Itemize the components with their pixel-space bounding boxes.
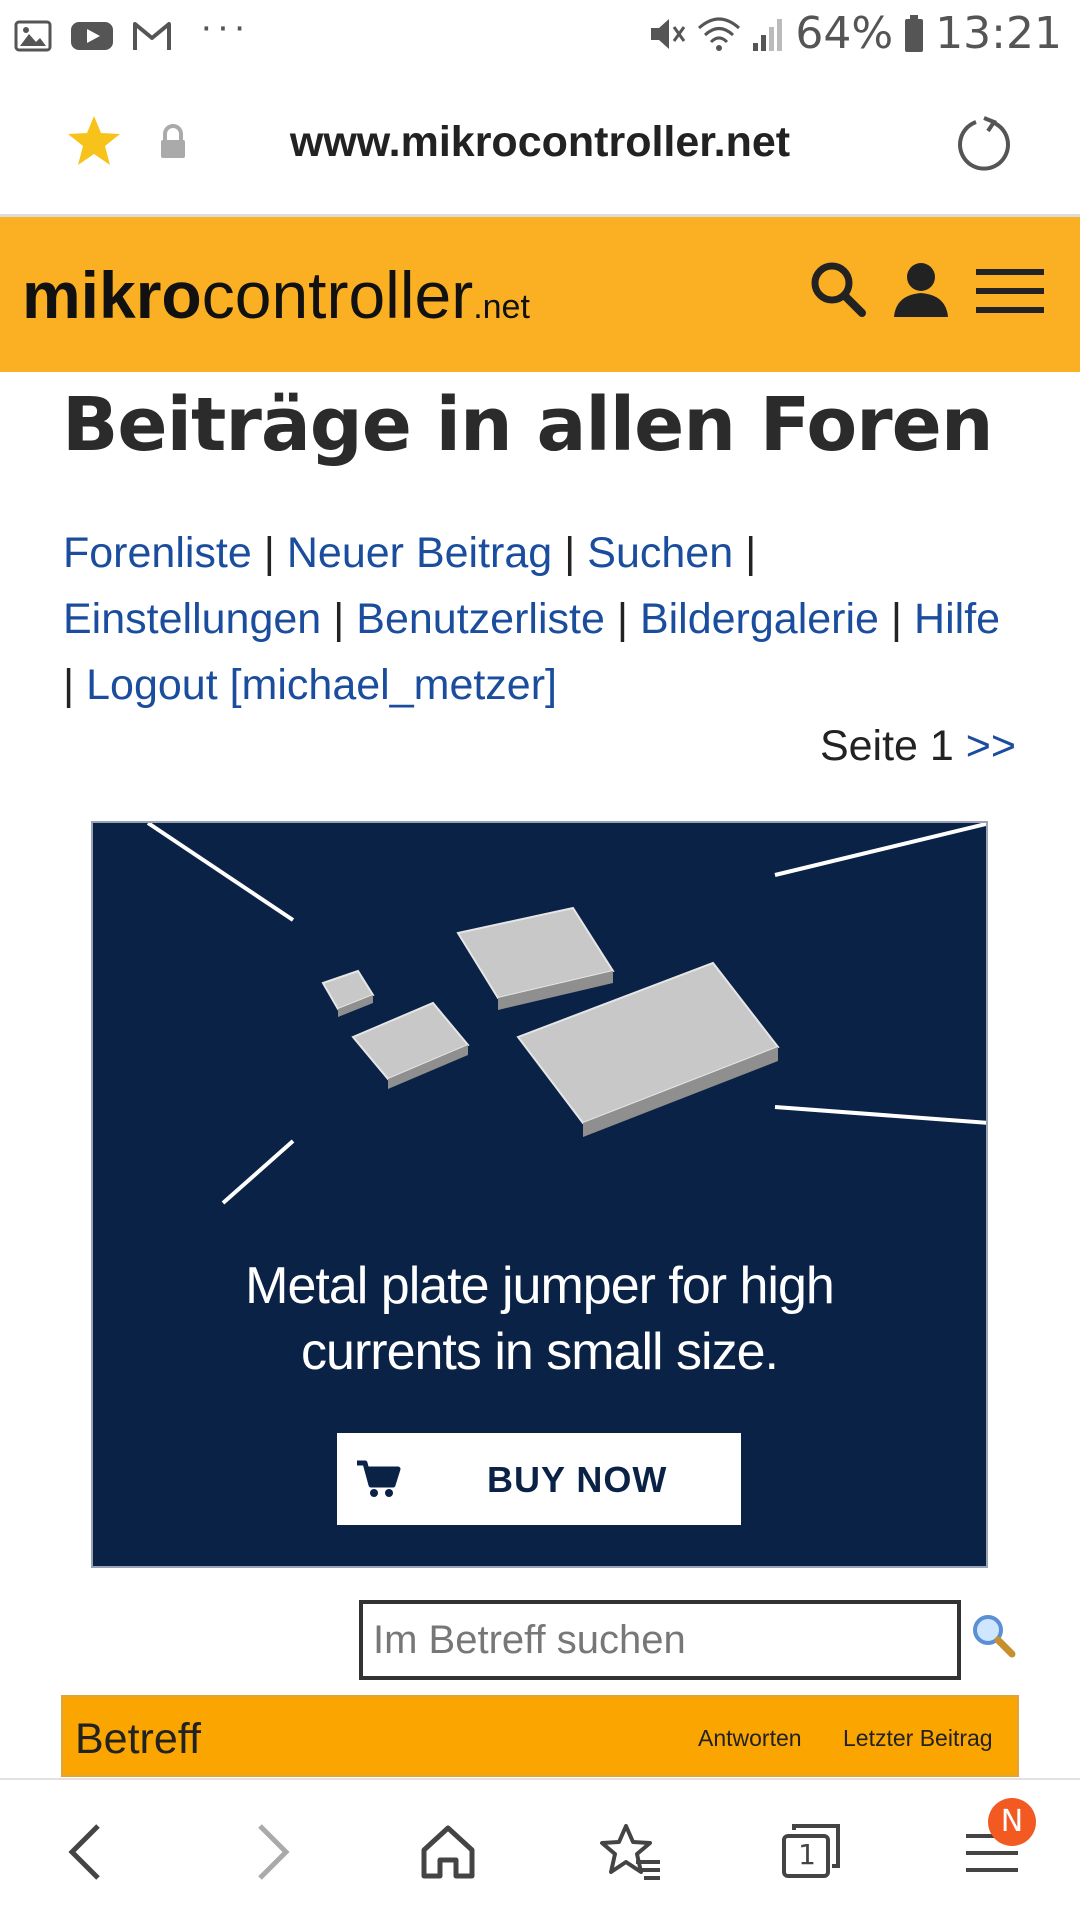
reload-icon[interactable] [954,114,1014,174]
link-logout[interactable]: Logout [michael_metzer] [86,661,557,709]
signal-icon [753,18,783,51]
buy-now-button[interactable]: BUY NOW [337,1433,741,1525]
topics-table-header: Betreff Antworten Letzter Beitrag [61,1695,1019,1777]
page-label: Seite 1 [819,722,954,770]
link-benutzerliste[interactable]: Benutzerliste [356,595,605,643]
page-title: Beiträge in allen Foren [62,382,994,468]
magnifier-search-icon[interactable] [970,1612,1016,1658]
hamburger-menu-icon[interactable] [976,267,1044,315]
link-forenliste[interactable]: Forenliste [63,529,252,577]
gmail-icon [133,21,171,50]
forum-nav: Forenliste | Neuer Beitrag | Suchen | Ei… [63,520,1023,718]
link-bildergalerie[interactable]: Bildergalerie [640,595,879,643]
separator: | [333,595,345,643]
search-icon[interactable] [808,259,868,319]
link-neuer-beitrag[interactable]: Neuer Beitrag [287,529,552,577]
tabs-count: 1 [798,1838,816,1871]
pagination: Seite 1 >> [820,722,1016,771]
link-einstellungen[interactable]: Einstellungen [63,595,321,643]
browser-url-bar: www.mikrocontroller.net [0,72,1080,217]
status-bar: ··· 64% 13:21 [0,0,1080,72]
home-icon[interactable] [418,1822,478,1882]
clock: 13:21 [935,8,1062,59]
browser-bottom-bar: 1 N [0,1778,1080,1922]
battery-icon [905,14,924,52]
separator: | [63,661,75,709]
separator: | [890,595,903,643]
notification-icons: ··· [14,6,250,57]
youtube-icon [71,21,113,50]
gallery-icon [14,20,52,51]
separator: | [263,529,275,577]
shopping-cart-icon [357,1460,401,1497]
column-replies[interactable]: Antworten [698,1725,802,1752]
subject-search-input[interactable] [359,1600,961,1680]
ad-banner[interactable]: Metal plate jumper for high currents in … [91,821,988,1568]
ad-headline: Metal plate jumper for high currents in … [245,1257,835,1381]
user-icon[interactable] [892,259,950,321]
link-suchen[interactable]: Suchen [587,529,733,577]
notification-badge: N [988,1798,1036,1846]
column-subject[interactable]: Betreff [75,1715,201,1764]
mute-icon [651,18,686,49]
bookmarks-icon[interactable] [598,1822,662,1882]
site-logo[interactable]: mikrocontroller.net [22,257,530,333]
separator: | [564,529,576,577]
system-indicators: 64% 13:21 [647,8,1062,59]
battery-percent: 64% [795,8,894,59]
link-hilfe[interactable]: Hilfe [914,595,1000,643]
next-page-link[interactable]: >> [966,722,1016,770]
wifi-icon [698,17,741,51]
site-header: mikrocontroller.net [0,217,1080,372]
back-icon[interactable] [66,1822,106,1882]
separator: | [745,529,757,577]
column-last-post[interactable]: Letzter Beitrag [843,1725,993,1752]
more-notifications-icon: ··· [200,6,250,48]
buy-now-label: BUY NOW [487,1459,668,1500]
separator: | [616,595,628,643]
url-text[interactable]: www.mikrocontroller.net [0,118,1080,167]
forward-icon[interactable] [252,1822,292,1882]
